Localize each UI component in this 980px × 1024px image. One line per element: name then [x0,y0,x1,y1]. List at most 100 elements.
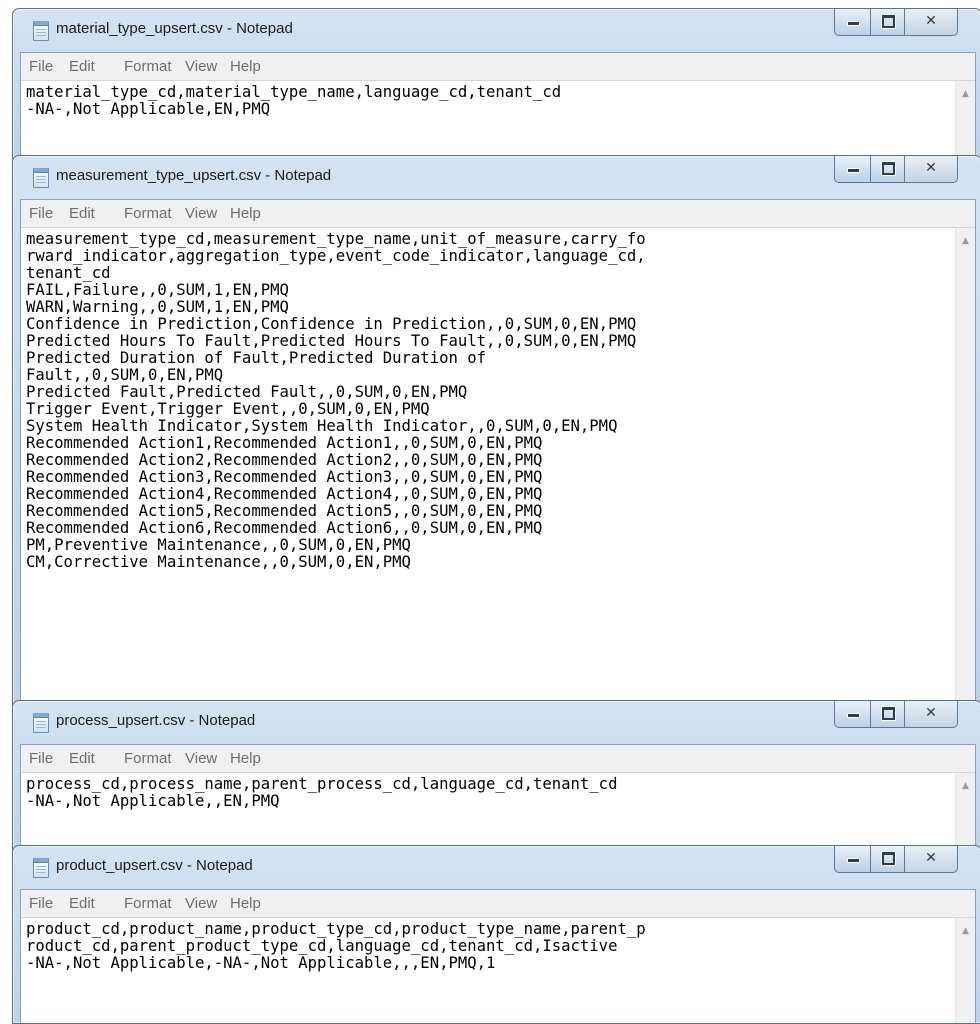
notepad-window[interactable]: material_type_upsert.csv - Notepad ✕ File E… [12,8,980,165]
notepad-icon [33,21,49,41]
maximize-icon [882,707,895,720]
menu-edit[interactable]: Edit [69,53,95,80]
text-line: Recommended Action1,Recommended Action1,… [26,434,543,452]
menu-edit[interactable]: Edit [69,890,95,917]
vertical-scrollbar[interactable]: ▲ [955,81,975,164]
menu-help[interactable]: Help [230,745,261,772]
menu-help[interactable]: Help [230,200,261,227]
menu-bar: File Edit Format View Help [21,745,975,773]
client-area: File Edit Format View Help measurement_type_c… [20,199,976,716]
close-icon: ✕ [925,160,937,176]
vertical-scrollbar[interactable]: ▲ [955,918,975,1023]
menu-format[interactable]: Format [124,890,172,917]
text-line: PM,Preventive Maintenance,,0,SUM,0,EN,PM… [26,536,411,554]
text-line: material_type_cd,material_type_name,lang… [26,83,562,101]
text-line: -NA-,Not Applicable,EN,PMQ [26,100,271,118]
text-line: Predicted Hours To Fault,Predicted Hours… [26,332,637,350]
window-title: measurement_type_upsert.csv - Notepad [56,167,332,184]
close-button[interactable]: ✕ [904,156,958,183]
close-icon: ✕ [925,13,937,29]
text-line: Recommended Action5,Recommended Action5,… [26,502,543,520]
maximize-button[interactable] [870,701,905,728]
menu-format[interactable]: Format [124,53,172,80]
menu-file[interactable]: File [29,745,53,772]
client-area: File Edit Format View Help process_cd,process… [20,744,976,861]
minimize-icon [847,21,860,26]
menu-edit[interactable]: Edit [69,745,95,772]
menu-bar: File Edit Format View Help [21,200,975,228]
notepad-icon [33,858,49,878]
maximize-button[interactable] [870,9,905,36]
title-bar[interactable]: product_upsert.csv - Notepad ✕ [13,846,980,886]
text-line: Predicted Fault,Predicted Fault,,0,SUM,0… [26,383,468,401]
maximize-icon [882,852,895,865]
close-button[interactable]: ✕ [904,9,958,36]
menu-file[interactable]: File [29,890,53,917]
text-line: process_cd,process_name,parent_process_c… [26,775,618,793]
minimize-icon [847,858,860,863]
notepad-window[interactable]: product_upsert.csv - Notepad ✕ File Edit For… [12,845,980,1024]
minimize-button[interactable] [834,701,871,728]
text-line: tenant_cd [26,264,111,282]
scroll-up-arrow-icon[interactable]: ▲ [956,781,975,791]
menu-format[interactable]: Format [124,745,172,772]
title-bar[interactable]: measurement_type_upsert.csv - Notepad ✕ [13,156,980,196]
menu-bar: File Edit Format View Help [21,890,975,918]
minimize-button[interactable] [834,156,871,183]
window-title: material_type_upsert.csv - Notepad [56,20,293,37]
title-bar[interactable]: material_type_upsert.csv - Notepad ✕ [13,9,980,49]
maximize-button[interactable] [870,846,905,873]
text-line: roduct_cd,parent_product_type_cd,languag… [26,937,618,955]
text-area[interactable]: product_cd,product_name,product_type_cd,… [21,918,975,1023]
text-line: Trigger Event,Trigger Event,,0,SUM,0,EN,… [26,400,430,418]
vertical-scrollbar[interactable]: ▲ [955,228,975,716]
menu-file[interactable]: File [29,200,53,227]
window-title: product_upsert.csv - Notepad [56,857,253,874]
menu-edit[interactable]: Edit [69,200,95,227]
menu-view[interactable]: View [185,745,217,772]
text-line: WARN,Warning,,0,SUM,1,EN,PMQ [26,298,289,316]
minimize-icon [847,168,860,173]
text-line: -NA-,Not Applicable,,EN,PMQ [26,792,280,810]
minimize-button[interactable] [834,846,871,873]
notepad-window[interactable]: process_upsert.csv - Notepad ✕ File Edit For… [12,700,980,862]
menu-help[interactable]: Help [230,890,261,917]
text-area[interactable]: measurement_type_cd,measurement_type_nam… [21,228,975,716]
menu-format[interactable]: Format [124,200,172,227]
close-button[interactable]: ✕ [904,846,958,873]
text-line: Confidence in Prediction,Confidence in P… [26,315,637,333]
maximize-icon [882,15,895,28]
text-area[interactable]: material_type_cd,material_type_name,lang… [21,81,975,164]
text-line: Fault,,0,SUM,0,EN,PMQ [26,366,224,384]
menu-help[interactable]: Help [230,53,261,80]
minimize-button[interactable] [834,9,871,36]
close-icon: ✕ [925,705,937,721]
scroll-up-arrow-icon[interactable]: ▲ [956,236,975,246]
menu-bar: File Edit Format View Help [21,53,975,81]
client-area: File Edit Format View Help material_type_cd,m… [20,52,976,164]
scroll-up-arrow-icon[interactable]: ▲ [956,89,975,99]
notepad-icon [33,168,49,188]
text-line: FAIL,Failure,,0,SUM,1,EN,PMQ [26,281,289,299]
notepad-icon [33,713,49,733]
text-line: Recommended Action4,Recommended Action4,… [26,485,543,503]
notepad-window[interactable]: measurement_type_upsert.csv - Notepad ✕ Fi… [12,155,980,717]
scroll-up-arrow-icon[interactable]: ▲ [956,926,975,936]
window-controls: ✕ [834,701,980,729]
text-line: Recommended Action6,Recommended Action6,… [26,519,543,537]
title-bar[interactable]: process_upsert.csv - Notepad ✕ [13,701,980,741]
window-controls: ✕ [834,846,980,874]
menu-view[interactable]: View [185,53,217,80]
text-line: product_cd,product_name,product_type_cd,… [26,920,646,938]
text-line: -NA-,Not Applicable,-NA-,Not Applicable,… [26,954,496,972]
text-line: CM,Corrective Maintenance,,0,SUM,0,EN,PM… [26,553,411,571]
menu-view[interactable]: View [185,890,217,917]
menu-file[interactable]: File [29,53,53,80]
text-line: rward_indicator,aggregation_type,event_c… [26,247,646,265]
menu-view[interactable]: View [185,200,217,227]
window-controls: ✕ [834,9,980,37]
maximize-button[interactable] [870,156,905,183]
window-title: process_upsert.csv - Notepad [56,712,256,729]
window-controls: ✕ [834,156,980,184]
close-button[interactable]: ✕ [904,701,958,728]
